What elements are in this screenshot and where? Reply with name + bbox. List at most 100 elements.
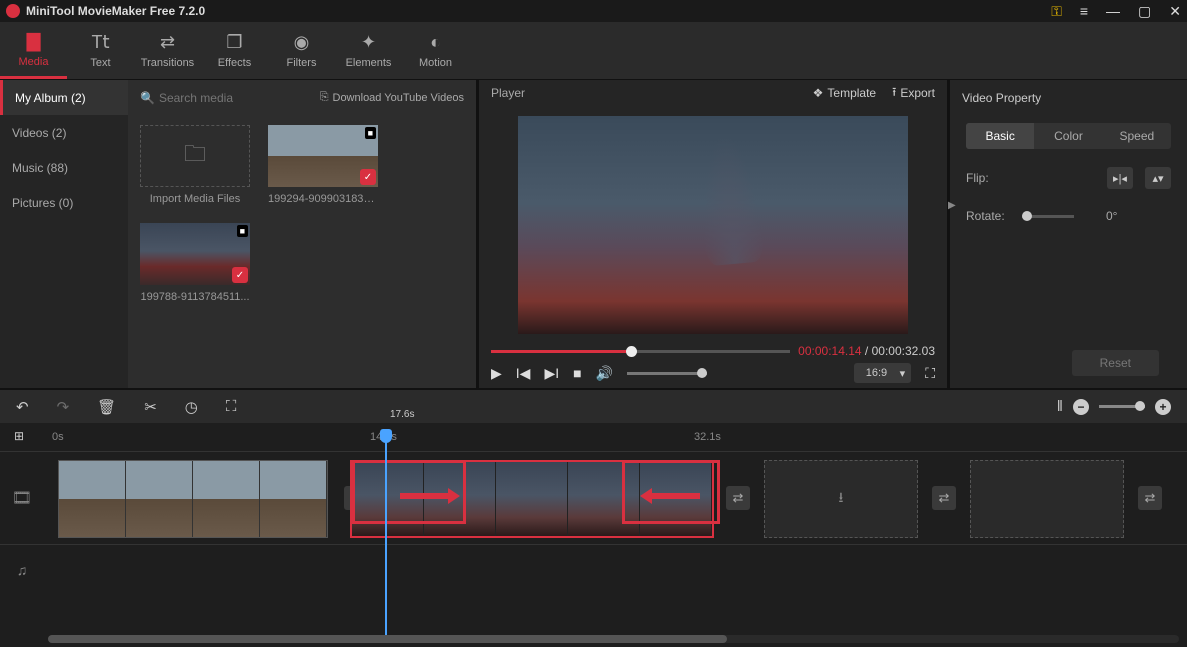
main-toolbar: ▇ Media T𝗍 Text ⇄ Transitions ❐ Effects … [0, 22, 1187, 80]
video-track-icon: 🎞 [0, 488, 44, 508]
transition-button[interactable]: ⇄ [1138, 486, 1162, 510]
video-track[interactable]: 🎞 ⇄ ⇄ ⭳ ⇄ ⇄ [0, 451, 1187, 545]
import-media-label: Import Media Files [150, 193, 240, 205]
title-bar: MiniTool MovieMaker Free 7.2.0 ⚿ ≡ — ▢ ✕ [0, 0, 1187, 22]
tab-filters-label: Filters [287, 57, 317, 69]
video-frame [518, 116, 908, 334]
audio-track-icon: ♫ [0, 562, 44, 578]
time-total: 00:00:32.03 [872, 344, 935, 358]
prop-tab-color[interactable]: Color [1034, 123, 1102, 149]
redo-button[interactable]: ↷ [57, 398, 70, 416]
tab-transitions-label: Transitions [141, 57, 194, 69]
sidebar-item-myalbum[interactable]: My Album (2) [0, 80, 128, 115]
stop-button[interactable]: ■ [573, 365, 581, 381]
property-title: Video Property [950, 80, 1187, 115]
template-label: Template [827, 86, 876, 100]
empty-clip-slot[interactable]: ⭳ [764, 460, 918, 538]
key-icon[interactable]: ⚿ [1051, 3, 1062, 20]
filters-icon: ◉ [294, 32, 310, 53]
flip-horizontal-button[interactable]: ▸|◂ [1107, 167, 1133, 189]
sidebar-item-pictures[interactable]: Pictures (0) [0, 185, 128, 220]
flip-vertical-button[interactable]: ▴▾ [1145, 167, 1171, 189]
tab-effects-label: Effects [218, 57, 251, 69]
tab-transitions[interactable]: ⇄ Transitions [134, 22, 201, 79]
timeline-toolbar: ↶ ↷ 🗑 ✂ ◷ ⛶ ‖ − + [0, 388, 1187, 423]
prop-tab-basic[interactable]: Basic [966, 123, 1034, 149]
rotate-slider[interactable] [1022, 215, 1074, 218]
tab-effects[interactable]: ❐ Effects [201, 22, 268, 79]
video-badge-icon: ■ [237, 225, 248, 237]
collapse-panel-button[interactable]: ▶ [948, 200, 956, 211]
search-input[interactable] [159, 91, 259, 105]
tab-motion[interactable]: ◐ Motion [402, 22, 469, 79]
tab-elements-label: Elements [346, 57, 392, 69]
add-track-button[interactable]: ⊞ [14, 429, 24, 443]
fit-zoom-button[interactable]: ‖ [1057, 398, 1063, 415]
template-button[interactable]: ❖ Template [813, 83, 876, 104]
rotate-label: Rotate: [966, 209, 1010, 223]
menu-icon[interactable]: ≡ [1080, 3, 1088, 19]
progress-slider[interactable] [491, 350, 790, 353]
flip-label: Flip: [966, 171, 1010, 185]
maximize-icon[interactable]: ▢ [1138, 3, 1151, 20]
app-logo-icon [6, 4, 20, 18]
video-badge-icon: ■ [365, 127, 376, 139]
media-sidebar: My Album (2) Videos (2) Music (88) Pictu… [0, 80, 128, 388]
zoom-in-button[interactable]: + [1155, 399, 1171, 415]
transition-button[interactable]: ⇄ [932, 486, 956, 510]
tab-media[interactable]: ▇ Media [0, 22, 67, 79]
timeline: ⊞ 0s 14.6s 32.1s 17.6s 🎞 ⇄ ⇄ ⭳ ⇄ ⇄ ♫ [0, 423, 1187, 647]
timeline-clip-1[interactable] [58, 460, 328, 538]
crop-button[interactable]: ⛶ [226, 398, 237, 415]
property-panel: ▶ Video Property Basic Color Speed Flip:… [950, 80, 1187, 388]
download-youtube-button[interactable]: ⎘ Download YouTube Videos [320, 91, 464, 104]
folder-icon: ▇ [27, 31, 41, 52]
zoom-out-button[interactable]: − [1073, 399, 1089, 415]
check-icon: ✓ [360, 169, 376, 185]
playhead[interactable] [385, 431, 387, 635]
play-button[interactable]: ▶ [491, 365, 502, 382]
import-media-button[interactable]: 🗀 Import Media Files [140, 125, 250, 205]
fullscreen-button[interactable]: ⛶ [925, 365, 935, 382]
empty-clip-slot[interactable] [970, 460, 1124, 538]
effects-icon: ❐ [226, 32, 242, 53]
sidebar-item-videos[interactable]: Videos (2) [0, 115, 128, 150]
download-icon: ⎘ [320, 91, 329, 104]
text-icon: T𝗍 [91, 32, 109, 53]
playhead-time: 17.6s [390, 409, 414, 420]
timeline-scrollbar[interactable] [48, 635, 1179, 643]
media-item-1[interactable]: ■ ✓ 199294-9099031833... [268, 125, 378, 205]
media-item-2[interactable]: ■ ✓ 199788-9113784511... [140, 223, 250, 303]
timeline-ruler[interactable]: ⊞ 0s 14.6s 32.1s [0, 423, 1187, 451]
audio-track[interactable]: ♫ [0, 545, 1187, 595]
prev-frame-button[interactable]: I◀ [516, 365, 531, 382]
reset-button[interactable]: Reset [1072, 350, 1159, 376]
undo-button[interactable]: ↶ [16, 398, 29, 416]
volume-button[interactable]: 🔊 [596, 365, 613, 382]
folder-icon: 🗀 [184, 137, 206, 175]
next-frame-button[interactable]: ▶I [544, 365, 559, 382]
download-youtube-label: Download YouTube Videos [333, 92, 465, 104]
export-button[interactable]: ⭱ Export [892, 83, 935, 104]
sidebar-item-music[interactable]: Music (88) [0, 150, 128, 185]
export-label: Export [900, 86, 935, 100]
minimize-icon[interactable]: — [1106, 3, 1120, 19]
tab-filters[interactable]: ◉ Filters [268, 22, 335, 79]
tab-media-label: Media [19, 56, 49, 68]
transitions-icon: ⇄ [160, 32, 175, 53]
close-icon[interactable]: ✕ [1169, 3, 1181, 20]
speed-button[interactable]: ◷ [185, 398, 198, 416]
arrow-right-icon [400, 488, 460, 498]
aspect-ratio-select[interactable]: 16:9 [854, 363, 911, 383]
tab-text[interactable]: T𝗍 Text [67, 22, 134, 79]
tab-elements[interactable]: ✦ Elements [335, 22, 402, 79]
zoom-slider[interactable] [1099, 405, 1145, 408]
prop-tab-speed[interactable]: Speed [1103, 123, 1171, 149]
player-title: Player [491, 86, 525, 100]
rotate-value: 0° [1106, 209, 1117, 223]
split-button[interactable]: ✂ [144, 398, 157, 416]
transition-button[interactable]: ⇄ [726, 486, 750, 510]
media-item-1-label: 199294-9099031833... [268, 193, 378, 205]
volume-slider[interactable] [627, 372, 707, 375]
delete-button[interactable]: 🗑 [97, 398, 116, 416]
